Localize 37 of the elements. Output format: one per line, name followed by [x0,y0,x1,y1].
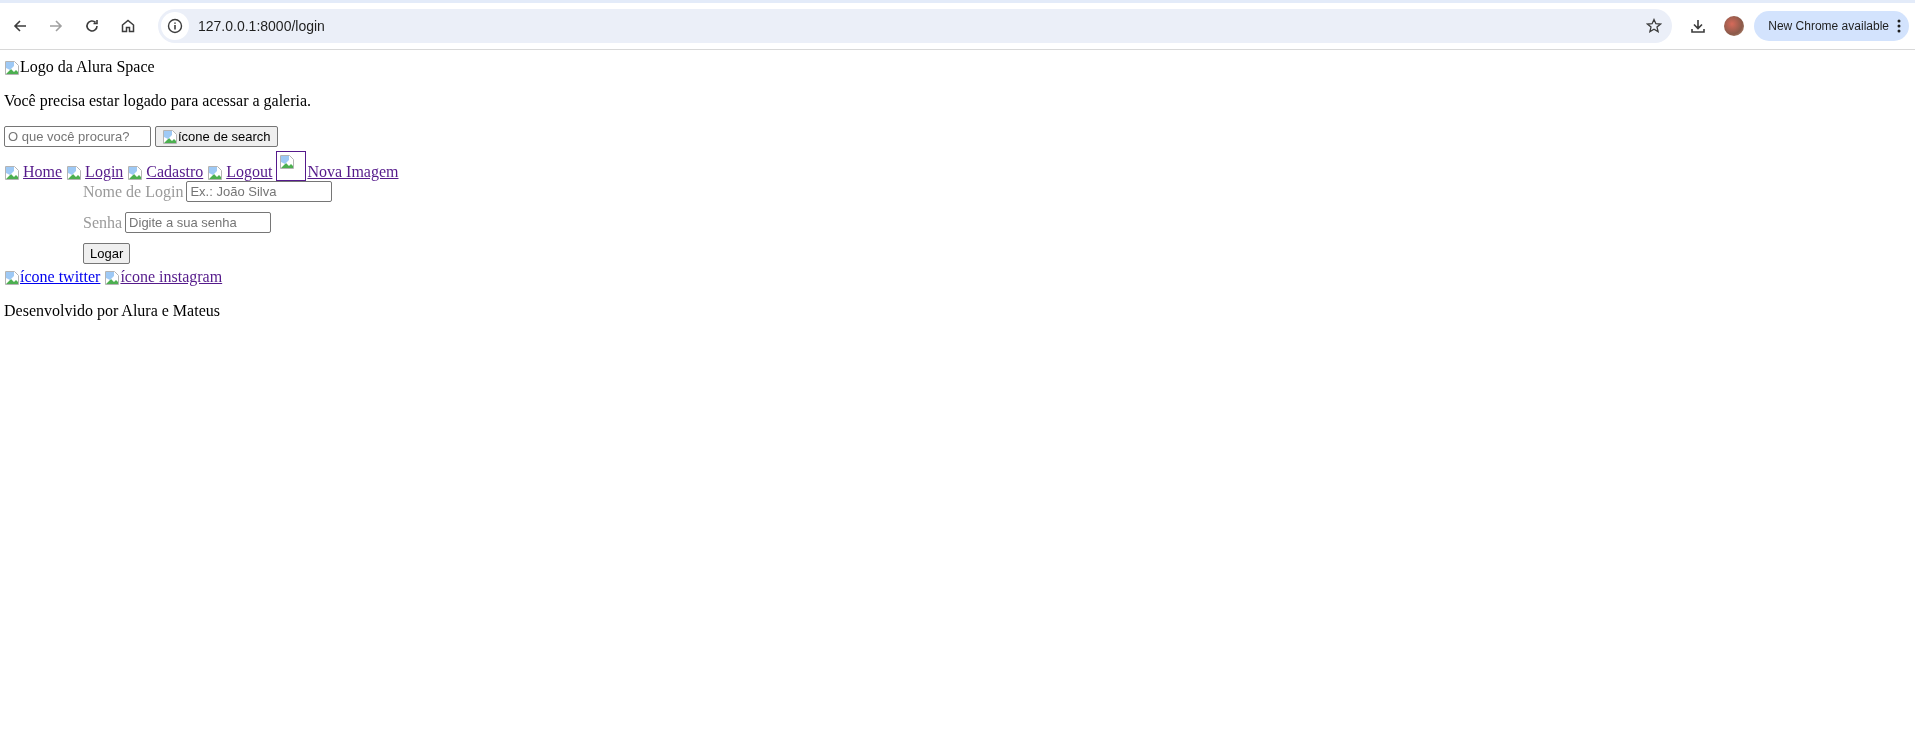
update-button[interactable]: New Chrome available [1754,11,1909,41]
logo-alt-text: Logo da Alura Space [20,58,155,76]
home-icon[interactable] [120,18,136,34]
url-text: 127.0.0.1:8000/login [198,18,326,34]
star-icon[interactable] [1646,18,1663,34]
nav-link[interactable]: Home [4,163,63,181]
input-field[interactable]: Digite a sua senha [125,212,272,233]
back-icon[interactable] [12,18,28,34]
field-label: Nome de Login [83,182,184,201]
address-bar[interactable]: 127.0.0.1:8000/login [158,9,1673,43]
broken-image-icon [66,165,83,181]
forward-icon[interactable] [48,18,64,34]
broken-image-icon [279,154,296,170]
broken-image-icon [162,128,178,145]
search-field[interactable]: O que você procura? [4,126,151,147]
broken-image-icon [127,165,144,181]
reload-icon[interactable] [84,18,100,34]
social-link[interactable]: ícone instagram [104,268,223,286]
login-button[interactable]: Logar [83,243,131,264]
footer-text: Desenvolvido por Alura e Mateus [4,302,221,320]
more-icon[interactable] [1897,19,1901,33]
broken-image-icon [4,60,20,76]
broken-image-icon [4,270,20,286]
broken-image-icon [207,165,224,181]
profile-avatar[interactable] [1724,16,1745,36]
broken-image-icon [4,165,20,181]
nav-link[interactable]: Login [66,163,124,181]
nav-link[interactable]: Nova Imagem [276,151,399,181]
download-icon[interactable] [1690,18,1707,34]
nav-link[interactable]: Logout [207,163,273,181]
social-link[interactable]: ícone twitter [4,268,101,286]
field-label: Senha [83,213,123,232]
login-required-message: Você precisa estar logado para acessar a galeria. [4,92,313,110]
info-icon[interactable] [161,12,189,40]
search-button[interactable]: ícone de search [155,126,278,147]
nav-link[interactable]: Cadastro [127,163,204,181]
broken-image-icon [104,270,121,286]
